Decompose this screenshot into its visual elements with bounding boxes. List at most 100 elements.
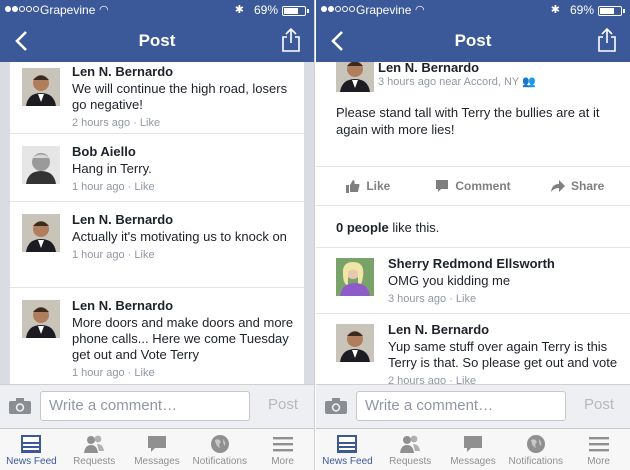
comment-like-link[interactable]: Like bbox=[134, 249, 154, 261]
post-text: Please stand tall with Terry the bullies… bbox=[336, 105, 600, 137]
comment-author[interactable]: Sherry Redmond Ellsworth bbox=[388, 256, 622, 272]
bluetooth-icon: ✱ bbox=[550, 4, 560, 16]
comment-author[interactable]: Len N. Bernardo bbox=[72, 64, 296, 80]
more-icon bbox=[272, 437, 293, 452]
comment-meta: 3 hours ago · Like bbox=[388, 293, 477, 305]
wifi-icon: ◠ bbox=[99, 4, 109, 16]
avatar[interactable] bbox=[336, 258, 374, 296]
comment-text: Yup same stuff over again Terry is this … bbox=[388, 339, 618, 370]
friends-icon: 👥 bbox=[522, 76, 536, 88]
post-header: Len N. Bernardo 3 hours ago near Accord,… bbox=[316, 62, 630, 92]
comment-item: Len N. Bernardo Actually it's motivating… bbox=[10, 202, 304, 288]
comment-time: 3 hours ago bbox=[388, 293, 447, 305]
comment-input[interactable]: Write a comment… bbox=[40, 391, 250, 421]
tab-more[interactable]: More bbox=[251, 429, 314, 470]
comment-text: We will continue the high road, losers g… bbox=[72, 81, 288, 112]
comment-author[interactable]: Len N. Bernardo bbox=[388, 322, 622, 338]
tab-label: News Feed bbox=[322, 456, 373, 467]
tab-label: Requests bbox=[73, 456, 116, 467]
post-button[interactable]: Post bbox=[584, 396, 614, 413]
tab-label: Requests bbox=[389, 456, 432, 467]
avatar[interactable] bbox=[22, 68, 60, 106]
comment-time: 2 hours ago bbox=[388, 375, 447, 384]
comment-icon bbox=[436, 180, 449, 192]
comment-input[interactable]: Write a comment… bbox=[356, 391, 566, 421]
tab-bar: News Feed Requests Messages Notification… bbox=[316, 428, 630, 470]
post-author[interactable]: Len N. Bernardo bbox=[378, 62, 479, 75]
camera-icon[interactable] bbox=[324, 397, 348, 415]
page-title: Post bbox=[454, 31, 492, 50]
tab-messages[interactable]: Messages bbox=[126, 429, 189, 470]
comment-meta: 1 hour ago · Like bbox=[72, 367, 155, 379]
comment-time: 1 hour ago bbox=[72, 367, 125, 379]
tab-label: Notifications bbox=[192, 456, 248, 467]
post-actions: Like Comment Share bbox=[316, 166, 630, 206]
comments-card: Len N. Bernardo We will continue the hig… bbox=[10, 62, 304, 384]
messages-icon bbox=[147, 436, 166, 452]
messages-icon bbox=[463, 436, 482, 452]
avatar[interactable] bbox=[22, 300, 60, 338]
avatar[interactable] bbox=[22, 214, 60, 252]
comment-time: 1 hour ago bbox=[72, 249, 125, 261]
tab-news-feed[interactable]: News Feed bbox=[0, 429, 63, 470]
share-icon[interactable] bbox=[280, 27, 302, 53]
comment-item: Len N. Bernardo We will continue the hig… bbox=[10, 62, 304, 134]
comment-meta: 2 hours ago · Like bbox=[72, 117, 161, 129]
post-meta: 3 hours ago near Accord, NY 👥 bbox=[378, 75, 536, 88]
comment-author[interactable]: Len N. Bernardo bbox=[72, 212, 296, 228]
comment-button[interactable]: Comment bbox=[421, 167, 526, 205]
battery-icon bbox=[282, 6, 309, 16]
comment-time: 1 hour ago bbox=[72, 181, 125, 193]
tab-messages[interactable]: Messages bbox=[442, 429, 505, 470]
avatar[interactable] bbox=[22, 146, 60, 184]
likes-summary[interactable]: 0 people like this. bbox=[316, 206, 630, 248]
camera-icon[interactable] bbox=[8, 397, 32, 415]
avatar[interactable] bbox=[336, 324, 374, 362]
signal-icon bbox=[321, 6, 355, 12]
post-detail[interactable]: Len N. Bernardo 3 hours ago near Accord,… bbox=[316, 62, 630, 384]
comment-meta: 1 hour ago · Like bbox=[72, 181, 155, 193]
share-label: Share bbox=[571, 179, 605, 193]
like-label: Like bbox=[366, 179, 391, 193]
notifications-icon bbox=[210, 435, 229, 453]
tab-notifications[interactable]: Notifications bbox=[188, 429, 251, 470]
tab-label: Messages bbox=[134, 456, 180, 467]
battery-percent: 69% bbox=[253, 3, 278, 17]
comment-like-link[interactable]: Like bbox=[456, 293, 476, 305]
tab-bar: News Feed Requests Messages Notification… bbox=[0, 428, 314, 470]
tab-news-feed[interactable]: News Feed bbox=[316, 429, 379, 470]
comments-area[interactable]: Len N. Bernardo We will continue the hig… bbox=[0, 62, 314, 384]
share-button[interactable]: Share bbox=[525, 167, 630, 205]
comment-like-link[interactable]: Like bbox=[456, 375, 476, 384]
tab-requests[interactable]: Requests bbox=[63, 429, 126, 470]
tab-label: Messages bbox=[450, 456, 496, 467]
battery-percent: 69% bbox=[569, 3, 594, 17]
comment-item: Bob Aiello Hang in Terry. 1 hour ago · L… bbox=[10, 134, 304, 202]
page-title: Post bbox=[138, 31, 176, 50]
comment-text: OMG you kidding me bbox=[388, 273, 511, 288]
signal-icon bbox=[5, 6, 39, 12]
post-button[interactable]: Post bbox=[268, 396, 298, 413]
like-button[interactable]: Like bbox=[316, 167, 421, 205]
requests-icon bbox=[400, 435, 421, 453]
share-arrow-icon bbox=[551, 180, 565, 192]
tab-more[interactable]: More bbox=[567, 429, 630, 470]
comment-author[interactable]: Bob Aiello bbox=[72, 144, 296, 160]
share-icon[interactable] bbox=[596, 27, 618, 53]
status-bar: Grapevine ◠ ✱ 69% bbox=[0, 0, 314, 20]
tab-label: More bbox=[587, 456, 610, 467]
comment-like-link[interactable]: Like bbox=[134, 367, 154, 379]
carrier-name: Grapevine bbox=[40, 3, 96, 17]
comment-like-link[interactable]: Like bbox=[140, 117, 160, 129]
nav-bar: Post bbox=[0, 20, 314, 62]
comments-list: Sherry Redmond Ellsworth OMG you kidding… bbox=[316, 248, 630, 384]
tab-requests[interactable]: Requests bbox=[379, 429, 442, 470]
tab-notifications[interactable]: Notifications bbox=[504, 429, 567, 470]
comment-item: Sherry Redmond Ellsworth OMG you kidding… bbox=[316, 248, 630, 314]
comment-like-link[interactable]: Like bbox=[134, 181, 154, 193]
bluetooth-icon: ✱ bbox=[234, 4, 244, 16]
avatar[interactable] bbox=[336, 62, 374, 92]
comment-author[interactable]: Len N. Bernardo bbox=[72, 298, 296, 314]
nav-bar: Post bbox=[316, 20, 630, 62]
likes-suffix: like this. bbox=[388, 220, 440, 235]
